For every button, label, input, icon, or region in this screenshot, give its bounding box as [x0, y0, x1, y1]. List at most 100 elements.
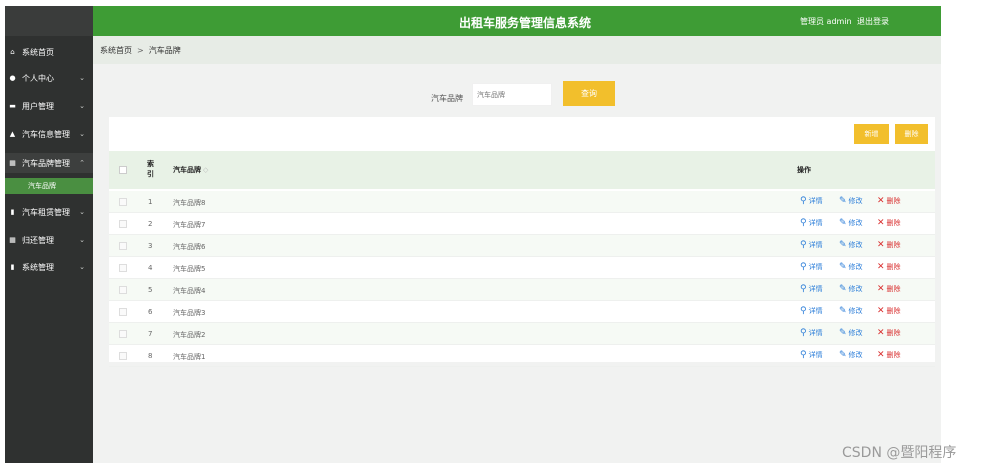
- delete-label: 删除: [886, 285, 901, 293]
- table-row: 3 汽车品牌6 ⚲ 详情 ✎ 修改 ✕ 删除: [109, 235, 935, 257]
- breadcrumb-separator: >: [137, 45, 144, 55]
- delete-label: 删除: [886, 329, 901, 337]
- delete-button[interactable]: ✕ 删除: [877, 240, 901, 250]
- row-brand: 汽车品牌1: [173, 353, 206, 361]
- breadcrumb-home[interactable]: 系统首页: [100, 45, 132, 56]
- sidebar-item-label: 用户管理: [22, 101, 54, 111]
- sidebar-subitem-car-brand[interactable]: 汽车品牌: [5, 178, 93, 194]
- sidebar-item-label: 系统管理: [22, 262, 54, 272]
- row-checkbox[interactable]: [119, 352, 127, 360]
- sidebar-item-return[interactable]: ▦ 归还管理 ⌄: [5, 230, 93, 250]
- search-icon: ⚲: [800, 284, 807, 294]
- search-icon: ⚲: [800, 240, 807, 250]
- delete-button[interactable]: ✕ 删除: [877, 284, 901, 294]
- row-checkbox[interactable]: [119, 308, 127, 316]
- row-checkbox[interactable]: [119, 264, 127, 272]
- row-checkbox[interactable]: [119, 220, 127, 228]
- detail-label: 详情: [808, 351, 823, 359]
- close-icon: ✕: [877, 350, 885, 360]
- sidebar-item-users[interactable]: ▬ 用户管理 ⌄: [5, 96, 93, 116]
- grid-icon: ▦: [9, 236, 16, 244]
- detail-label: 详情: [808, 241, 823, 249]
- chevron-down-icon: ⌄: [79, 208, 85, 216]
- watermark: CSDN @暨阳程序: [842, 445, 957, 461]
- edit-button[interactable]: ✎ 修改: [839, 196, 863, 206]
- edit-button[interactable]: ✎ 修改: [839, 284, 863, 294]
- close-icon: ✕: [877, 328, 885, 338]
- sidebar-item-rental[interactable]: ▮ 汽车租赁管理 ⌄: [5, 202, 93, 222]
- home-icon: ⌂: [10, 48, 15, 56]
- row-checkbox[interactable]: [119, 330, 127, 338]
- detail-button[interactable]: ⚲ 详情: [800, 262, 823, 272]
- detail-button[interactable]: ⚲ 详情: [800, 218, 823, 228]
- delete-button[interactable]: ✕ 删除: [877, 350, 901, 360]
- detail-button[interactable]: ⚲ 详情: [800, 240, 823, 250]
- select-all-checkbox[interactable]: [119, 166, 127, 174]
- delete-button[interactable]: ✕ 删除: [877, 328, 901, 338]
- edit-label: 修改: [848, 197, 863, 205]
- detail-label: 详情: [808, 219, 823, 227]
- column-header-brand[interactable]: 汽车品牌 ◇: [173, 165, 208, 175]
- delete-label: 删除: [886, 307, 901, 315]
- user-icon: ●: [9, 74, 16, 82]
- edit-button[interactable]: ✎ 修改: [839, 350, 863, 360]
- row-checkbox[interactable]: [119, 286, 127, 294]
- delete-button[interactable]: ✕ 删除: [877, 306, 901, 316]
- delete-button[interactable]: ✕ 删除: [877, 196, 901, 206]
- detail-button[interactable]: ⚲ 详情: [800, 306, 823, 316]
- sidebar-item-label: 系统首页: [22, 47, 54, 57]
- row-checkbox[interactable]: [119, 198, 127, 206]
- sidebar-item-label: 个人中心: [22, 73, 54, 83]
- top-header: 出租车服务管理信息系统 管理员 admin 退出登录: [93, 6, 941, 36]
- table-header: 索引 汽车品牌 ◇ 操作: [109, 151, 935, 189]
- row-brand: 汽车品牌4: [173, 287, 206, 295]
- sidebar-item-car-brand[interactable]: ▦ 汽车品牌管理 ⌃: [5, 153, 93, 173]
- chevron-down-icon: ⌄: [79, 74, 85, 82]
- delete-label: 删除: [886, 197, 901, 205]
- delete-button[interactable]: ✕ 删除: [877, 218, 901, 228]
- bulk-delete-button[interactable]: 删除: [895, 124, 928, 144]
- detail-button[interactable]: ⚲ 详情: [800, 350, 823, 360]
- sidebar-item-system[interactable]: ▮ 系统管理 ⌄: [5, 257, 93, 277]
- detail-button[interactable]: ⚲ 详情: [800, 196, 823, 206]
- edit-label: 修改: [848, 307, 863, 315]
- current-user: 管理员 admin: [800, 17, 852, 26]
- delete-label: 删除: [886, 351, 901, 359]
- sidebar-item-home[interactable]: ⌂ 系统首页: [5, 42, 93, 62]
- delete-button[interactable]: ✕ 删除: [877, 262, 901, 272]
- row-brand: 汽车品牌2: [173, 331, 206, 339]
- chevron-down-icon: ⌄: [79, 263, 85, 271]
- search-input[interactable]: [472, 83, 552, 106]
- pencil-icon: ✎: [839, 240, 847, 250]
- chevron-down-icon: ⌄: [79, 102, 85, 110]
- edit-label: 修改: [848, 351, 863, 359]
- sidebar-item-car-info[interactable]: ▲ 汽车信息管理 ⌄: [5, 124, 93, 144]
- table-row: 6 汽车品牌3 ⚲ 详情 ✎ 修改 ✕ 删除: [109, 301, 935, 323]
- row-checkbox[interactable]: [119, 242, 127, 250]
- sidebar-logo-area: [5, 6, 93, 36]
- breadcrumb: 系统首页 > 汽车品牌: [93, 36, 941, 64]
- detail-button[interactable]: ⚲ 详情: [800, 328, 823, 338]
- detail-label: 详情: [808, 263, 823, 271]
- edit-button[interactable]: ✎ 修改: [839, 306, 863, 316]
- sidebar-item-profile[interactable]: ● 个人中心 ⌄: [5, 68, 93, 88]
- search-icon: ⚲: [800, 218, 807, 228]
- logout-link[interactable]: 退出登录: [857, 16, 889, 27]
- edit-button[interactable]: ✎ 修改: [839, 328, 863, 338]
- close-icon: ✕: [877, 196, 885, 206]
- edit-label: 修改: [848, 329, 863, 337]
- edit-button[interactable]: ✎ 修改: [839, 240, 863, 250]
- add-button[interactable]: 新增: [854, 124, 889, 144]
- row-brand: 汽车品牌8: [173, 199, 206, 207]
- detail-button[interactable]: ⚲ 详情: [800, 284, 823, 294]
- pencil-icon: ✎: [839, 328, 847, 338]
- row-index: 8: [148, 352, 153, 360]
- search-button[interactable]: 查询: [563, 81, 615, 106]
- edit-button[interactable]: ✎ 修改: [839, 262, 863, 272]
- detail-label: 详情: [808, 329, 823, 337]
- sort-icon[interactable]: ◇: [203, 166, 208, 174]
- row-index: 1: [148, 198, 153, 206]
- row-brand: 汽车品牌3: [173, 309, 206, 317]
- edit-button[interactable]: ✎ 修改: [839, 218, 863, 228]
- row-index: 3: [148, 242, 153, 250]
